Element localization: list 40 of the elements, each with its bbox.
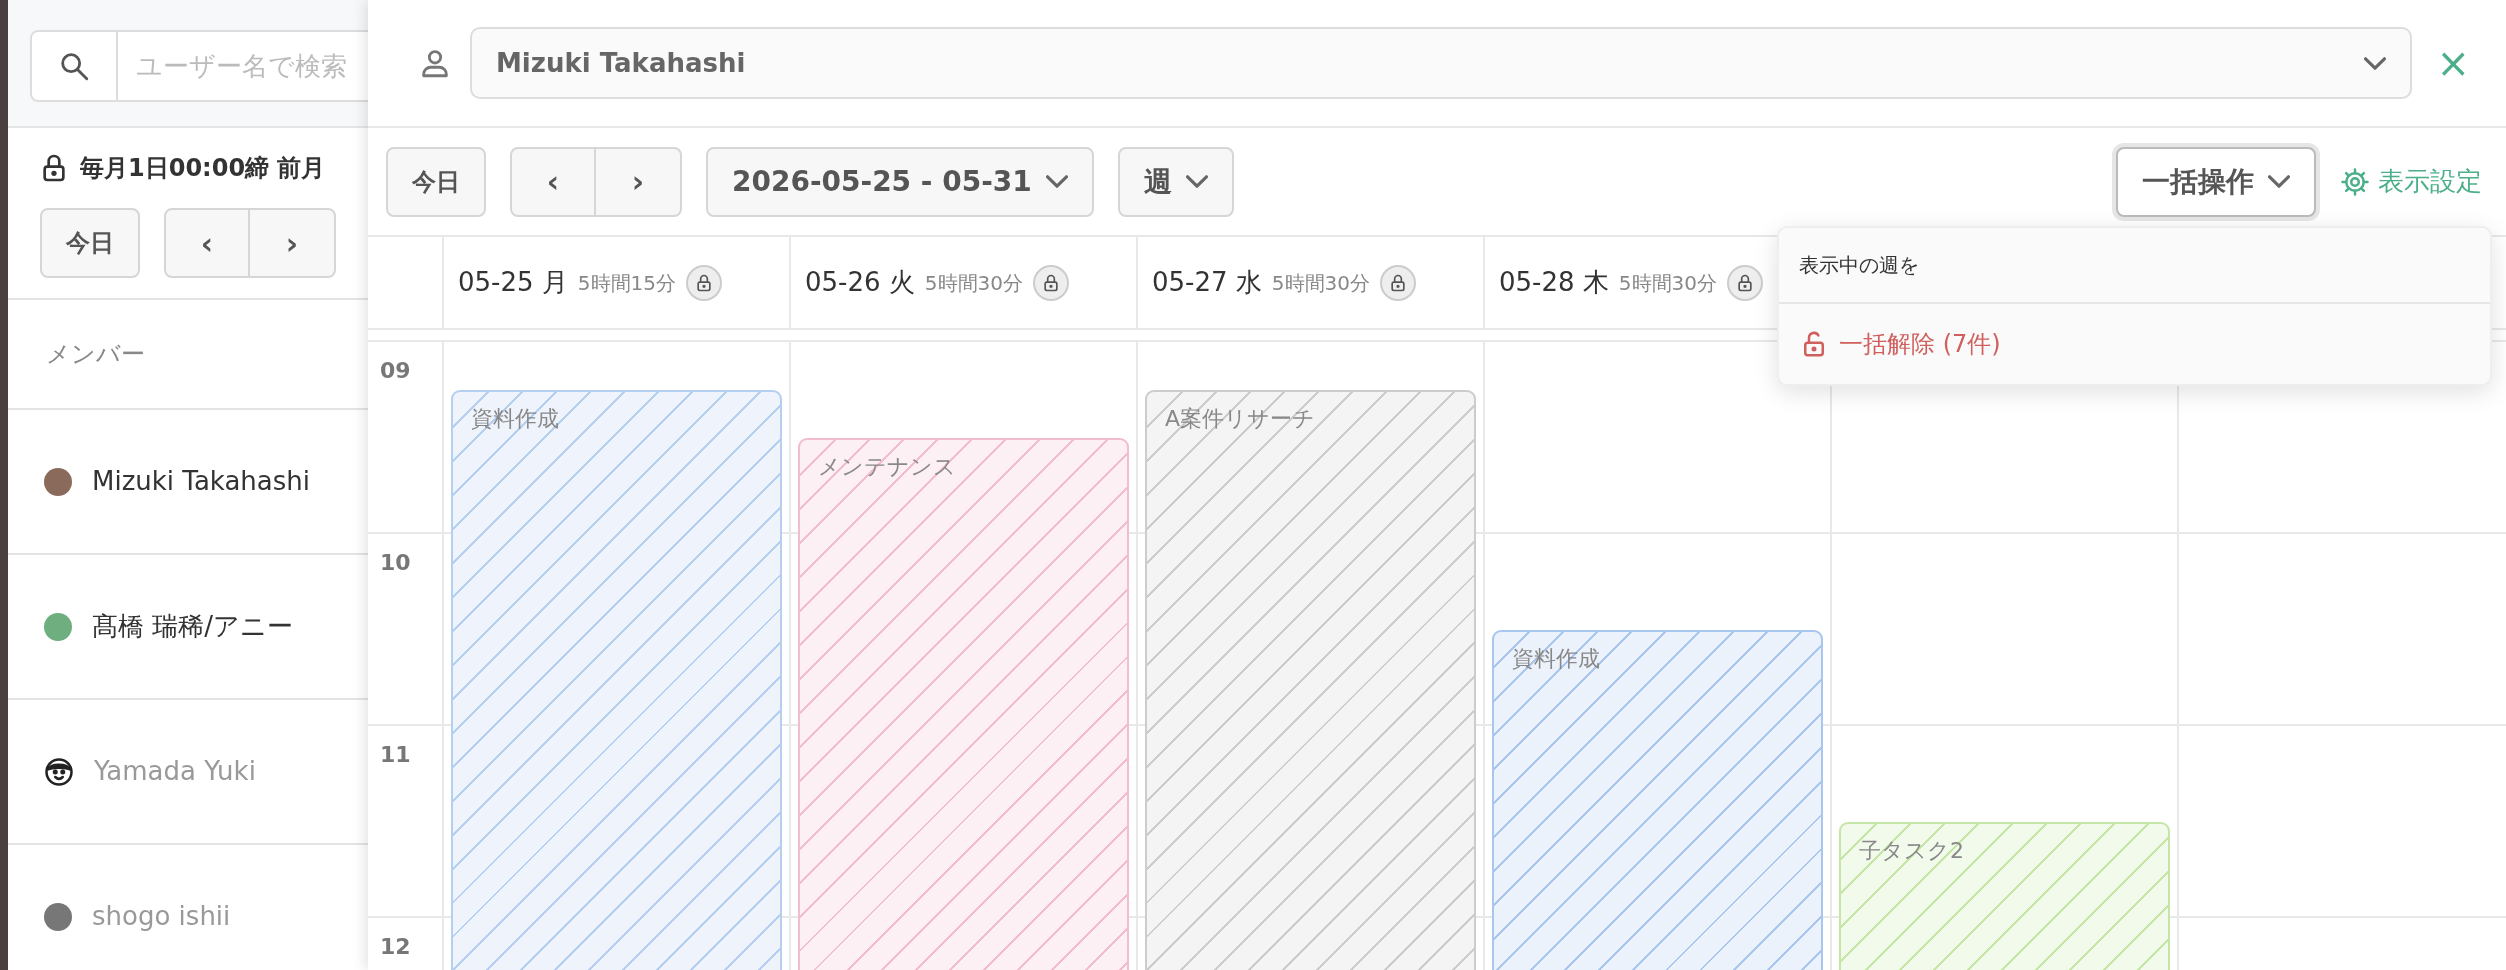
- event-title: A案件リサーチ: [1165, 406, 1316, 431]
- column-header: メンバー: [46, 339, 145, 370]
- day-total: 5時間15分: [577, 269, 676, 297]
- menu-header: 表示中の週を: [1779, 228, 2490, 304]
- day-total: 5時間30分: [924, 269, 1023, 297]
- previous-button[interactable]: ‹: [510, 146, 596, 217]
- lock-icon: [1041, 272, 1061, 293]
- user-select[interactable]: Mizuki Takahashi: [470, 27, 2413, 99]
- settings-icon: [2340, 166, 2370, 197]
- chevron-down-icon: [2268, 175, 2290, 188]
- day-total: 5時間30分: [1618, 269, 1717, 297]
- menu-item[interactable]: 一括解除 (7件): [1779, 304, 2490, 384]
- member-name[interactable]: 髙橋 瑞稀/アニー: [92, 607, 294, 646]
- next-button[interactable]: ›: [596, 146, 682, 217]
- chevron-down-icon: [1045, 175, 1068, 188]
- view-dropdown[interactable]: 週: [1117, 146, 1234, 217]
- day-header: 05-26 火: [805, 266, 915, 299]
- today-button[interactable]: 今日: [40, 208, 140, 278]
- member-name[interactable]: Mizuki Takahashi: [92, 462, 311, 501]
- day-header: 05-27 水: [1152, 266, 1262, 299]
- next-button[interactable]: ›: [250, 208, 336, 278]
- search-field[interactable]: ユーザー名で検索: [30, 30, 368, 102]
- day-header: 05-25 月: [458, 266, 568, 299]
- hour-label: 10: [380, 550, 411, 575]
- previous-button[interactable]: ‹: [164, 208, 250, 278]
- lock-icon: [1388, 272, 1408, 293]
- closing-note: 毎月1日00:00締 前月: [80, 153, 326, 184]
- chevron-down-icon: [2364, 56, 2387, 70]
- today-button[interactable]: 今日: [386, 146, 486, 217]
- day-header: 05-28 木: [1499, 266, 1609, 299]
- event-title: 資料作成: [471, 406, 559, 431]
- lock-icon: [1735, 272, 1755, 293]
- day-total: 5時間30分: [1271, 269, 1370, 297]
- hour-label: 11: [380, 742, 411, 767]
- lock-icon: [694, 272, 714, 293]
- hour-label: 09: [380, 358, 411, 383]
- date-range-dropdown[interactable]: 2026-05-25 - 05-31: [706, 146, 1094, 217]
- event-title: メンテナンス: [818, 454, 956, 479]
- chevron-down-icon: [1185, 175, 1208, 188]
- hour-label: 12: [380, 934, 411, 959]
